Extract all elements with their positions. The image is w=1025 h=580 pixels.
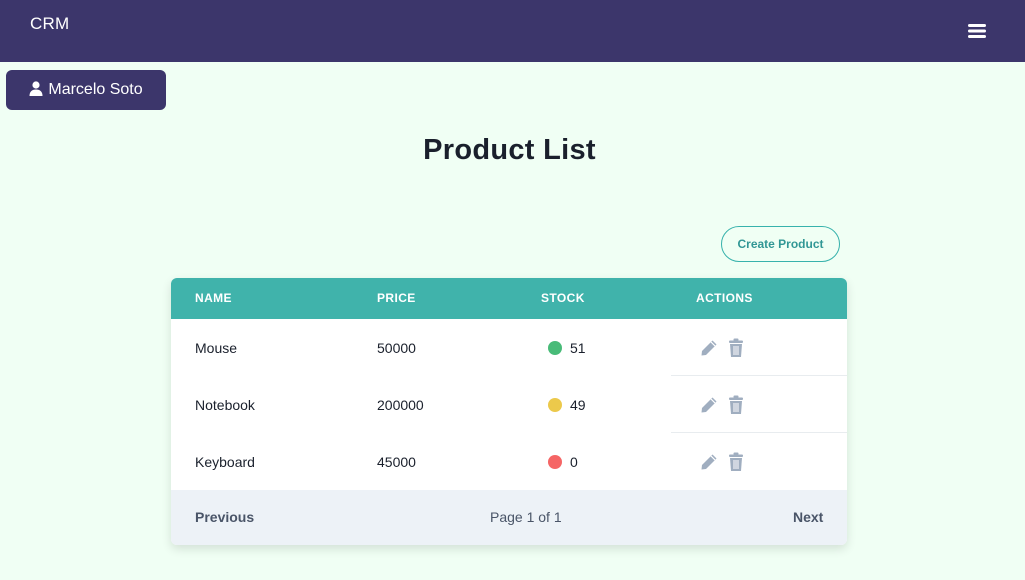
create-product-button[interactable]: Create Product <box>721 226 840 262</box>
user-name: Marcelo Soto <box>48 81 143 98</box>
previous-page-button[interactable]: Previous <box>195 509 254 525</box>
product-stock: 51 <box>548 340 586 356</box>
table-header: NAME PRICE STOCK ACTIONS <box>171 278 847 319</box>
top-navbar: CRM <box>0 0 1025 62</box>
column-header-name: NAME <box>195 291 232 305</box>
product-stock: 0 <box>548 454 578 470</box>
trash-icon[interactable] <box>728 338 744 358</box>
page-indicator: Page 1 of 1 <box>490 509 562 525</box>
stock-value: 51 <box>570 340 586 356</box>
stock-status-dot <box>548 398 562 412</box>
pencil-icon[interactable] <box>700 396 718 414</box>
pencil-icon[interactable] <box>700 453 718 471</box>
stock-value: 0 <box>570 454 578 470</box>
menu-toggle-button[interactable] <box>962 18 992 44</box>
product-name: Notebook <box>195 397 255 413</box>
row-actions <box>671 319 847 376</box>
column-header-price: PRICE <box>377 291 416 305</box>
product-stock: 49 <box>548 397 586 413</box>
pagination-bar: Previous Page 1 of 1 Next <box>171 490 847 545</box>
product-price: 200000 <box>377 397 424 413</box>
stock-status-dot <box>548 341 562 355</box>
user-icon <box>29 80 43 96</box>
trash-icon[interactable] <box>728 395 744 415</box>
row-actions <box>671 376 847 433</box>
user-profile-button[interactable]: Marcelo Soto <box>6 70 166 110</box>
product-price: 45000 <box>377 454 416 470</box>
product-name: Keyboard <box>195 454 255 470</box>
table-row: Notebook 200000 49 <box>171 376 847 433</box>
pencil-icon[interactable] <box>700 339 718 357</box>
row-actions <box>671 433 847 490</box>
product-price: 50000 <box>377 340 416 356</box>
brand-logo[interactable]: CRM <box>30 14 69 34</box>
next-page-button[interactable]: Next <box>793 509 823 525</box>
product-name: Mouse <box>195 340 238 356</box>
column-header-actions: ACTIONS <box>696 291 753 305</box>
page-title: Product List <box>423 134 596 166</box>
stock-value: 49 <box>570 397 586 413</box>
menu-icon <box>968 24 986 38</box>
stock-status-dot <box>548 455 562 469</box>
column-header-stock: STOCK <box>541 291 585 305</box>
table-row: Keyboard 45000 0 <box>171 433 847 490</box>
table-row: Mouse 50000 51 <box>171 319 847 376</box>
trash-icon[interactable] <box>728 452 744 472</box>
product-table: NAME PRICE STOCK ACTIONS Mouse 50000 51 <box>171 278 847 545</box>
